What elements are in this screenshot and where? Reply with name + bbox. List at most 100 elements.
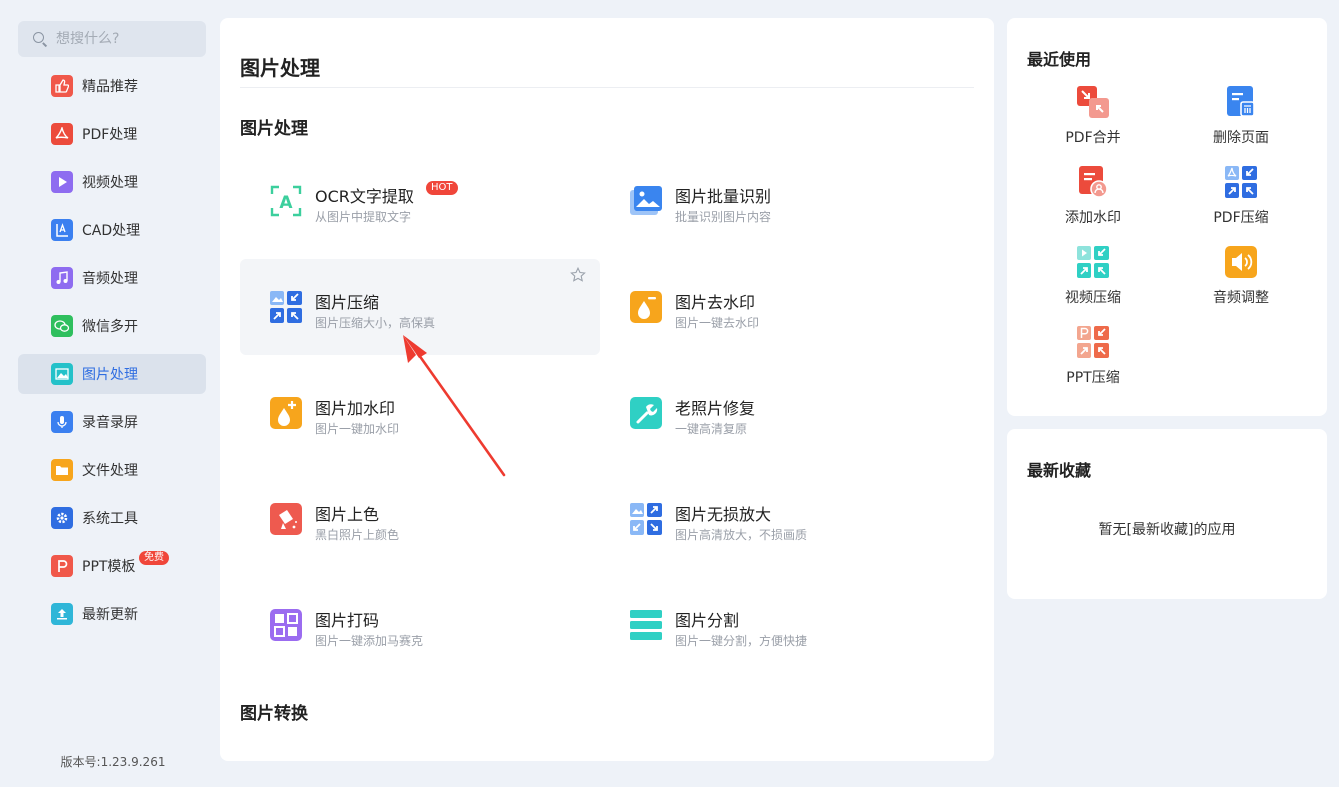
tool-name: 图片批量识别 — [675, 187, 772, 206]
recent-item-add-watermark[interactable]: 添加水印 — [1033, 166, 1153, 236]
sidebar: 精品推荐 PDF处理 视频处理 CAD处理 — [0, 6, 220, 787]
page-title: 图片处理 — [240, 56, 320, 80]
sidebar-item-file[interactable]: 文件处理 — [18, 450, 206, 490]
sidebar-item-image[interactable]: 图片处理 — [18, 354, 206, 394]
tool-name: 图片上色 — [315, 505, 380, 524]
sidebar-item-wechat[interactable]: 微信多开 — [18, 306, 206, 346]
recent-item-label: PDF压缩 — [1213, 210, 1269, 226]
tool-card-photo-repair[interactable]: 老照片修复 一键高清复原 — [600, 365, 960, 461]
search-icon — [32, 31, 48, 47]
sidebar-item-audio[interactable]: 音频处理 — [18, 258, 206, 298]
pdf-merge-icon — [1077, 86, 1109, 118]
split-icon — [630, 610, 662, 640]
tool-description: 图片压缩大小，高保真 — [315, 316, 436, 330]
sidebar-item-label: 最新更新 — [82, 607, 138, 623]
tool-card-upscale[interactable]: 图片无损放大 图片高清放大，不损画质 — [600, 471, 960, 567]
add-watermark-doc-icon — [1079, 166, 1108, 198]
recent-item-label: 音频调整 — [1213, 290, 1269, 306]
recent-item-pdf-merge[interactable]: PDF合并 — [1033, 86, 1153, 156]
section-title-image-conversion: 图片转换 — [240, 704, 308, 724]
recent-item-delete-page[interactable]: 删除页面 — [1181, 86, 1301, 156]
sidebar-item-label: 图片处理 — [82, 367, 138, 383]
batch-image-icon — [630, 186, 662, 215]
sidebar-item-recommend[interactable]: 精品推荐 — [18, 66, 206, 106]
recent-item-label: 删除页面 — [1213, 130, 1269, 146]
sidebar-item-label: 视频处理 — [82, 175, 138, 191]
tool-card-colorize[interactable]: 图片上色 黑白照片上颜色 — [240, 471, 600, 567]
pdf-compress-icon — [1225, 166, 1257, 198]
photo-repair-icon — [630, 397, 662, 429]
recent-item-label: 视频压缩 — [1065, 290, 1121, 306]
upscale-icon — [630, 503, 662, 535]
recent-item-video-compress[interactable]: 视频压缩 — [1033, 246, 1153, 316]
sidebar-item-label: 录音录屏 — [82, 415, 138, 431]
tool-description: 图片一键分割，方便快捷 — [675, 634, 808, 648]
sidebar-item-latest[interactable]: 最新更新 — [18, 594, 206, 634]
tool-description: 图片一键添加马赛克 — [315, 634, 424, 648]
favorites-title: 最新收藏 — [1027, 461, 1092, 480]
title-divider — [240, 87, 974, 88]
recent-item-ppt-compress[interactable]: PPT压缩 — [1033, 326, 1153, 396]
section-title-image-processing: 图片处理 — [240, 119, 308, 139]
sidebar-item-ppt[interactable]: PPT模板 免费 — [18, 546, 206, 586]
ppt-icon — [51, 555, 73, 577]
search-input[interactable] — [56, 31, 196, 47]
tool-name: 图片分割 — [675, 611, 740, 630]
music-icon — [51, 267, 73, 289]
tool-description: 从图片中提取文字 — [315, 210, 412, 224]
sidebar-item-record[interactable]: 录音录屏 — [18, 402, 206, 442]
sidebar-item-label: CAD处理 — [82, 223, 141, 239]
app-window: 精品推荐 PDF处理 视频处理 CAD处理 — [0, 6, 1339, 787]
free-badge: 免费 — [139, 551, 169, 565]
sidebar-item-system[interactable]: 系统工具 — [18, 498, 206, 538]
recent-item-pdf-compress[interactable]: PDF压缩 — [1181, 166, 1301, 236]
tool-card-batch-recognition[interactable]: 图片批量识别 批量识别图片内容 — [600, 153, 960, 249]
favorites-panel: 最新收藏 暂无[最新收藏]的应用 — [1007, 429, 1327, 599]
compress-icon — [270, 291, 302, 323]
sidebar-item-label: 微信多开 — [82, 319, 138, 335]
remove-watermark-icon — [630, 291, 662, 323]
tool-description: 图片一键加水印 — [315, 422, 400, 436]
gear-icon — [51, 507, 73, 529]
folder-icon — [51, 459, 73, 481]
play-icon — [51, 171, 73, 193]
tool-card-ocr[interactable]: A OCR文字提取 HOT 从图片中提取文字 — [240, 153, 600, 249]
sidebar-nav: 精品推荐 PDF处理 视频处理 CAD处理 音频处理 微信多开 图片处理 录音录… — [18, 66, 206, 642]
sidebar-item-label: PDF处理 — [82, 127, 138, 143]
tool-card-split[interactable]: 图片分割 图片一键分割，方便快捷 — [600, 577, 960, 673]
main-panel: 图片处理 图片处理 A OCR文字提取 HOT 从图片中提取文字 图片批量识别 … — [220, 18, 994, 761]
tool-description: 图片高清放大，不损画质 — [675, 528, 808, 542]
sidebar-item-label: 精品推荐 — [82, 79, 138, 95]
upload-icon — [51, 603, 73, 625]
sidebar-item-label: 文件处理 — [82, 463, 138, 479]
sidebar-item-video[interactable]: 视频处理 — [18, 162, 206, 202]
tool-card-mosaic[interactable]: 图片打码 图片一键添加马赛克 — [240, 577, 600, 673]
search-box[interactable] — [18, 21, 206, 57]
recent-item-label: PPT压缩 — [1066, 370, 1120, 386]
favorites-empty-text: 暂无[最新收藏]的应用 — [1098, 522, 1236, 538]
tool-card-remove-watermark[interactable]: 图片去水印 图片一键去水印 — [600, 259, 960, 355]
pdf-icon — [51, 123, 73, 145]
star-icon[interactable] — [570, 267, 586, 283]
tool-description: 批量识别图片内容 — [675, 210, 772, 224]
recent-item-label: PDF合并 — [1065, 130, 1121, 146]
svg-text:A: A — [279, 193, 293, 213]
wechat-icon — [51, 315, 73, 337]
recent-item-audio-adjust[interactable]: 音频调整 — [1181, 246, 1301, 316]
tool-card-compress[interactable]: 图片压缩 图片压缩大小，高保真 — [240, 259, 600, 355]
sidebar-item-label: 系统工具 — [82, 511, 138, 527]
tool-card-add-watermark[interactable]: 图片加水印 图片一键加水印 — [240, 365, 600, 461]
version-label: 版本号:1.23.9.261 — [60, 755, 166, 769]
add-watermark-icon — [270, 397, 302, 429]
hot-badge: HOT — [426, 181, 458, 195]
tool-name: 图片加水印 — [315, 399, 396, 418]
thumbs-up-icon — [51, 75, 73, 97]
recent-item-label: 添加水印 — [1065, 210, 1121, 226]
sidebar-item-pdf[interactable]: PDF处理 — [18, 114, 206, 154]
image-icon — [51, 363, 73, 385]
mosaic-icon — [270, 609, 302, 641]
tool-description: 一键高清复原 — [675, 422, 748, 436]
tool-description: 黑白照片上颜色 — [315, 528, 400, 542]
ppt-compress-icon — [1077, 326, 1109, 358]
sidebar-item-cad[interactable]: CAD处理 — [18, 210, 206, 250]
